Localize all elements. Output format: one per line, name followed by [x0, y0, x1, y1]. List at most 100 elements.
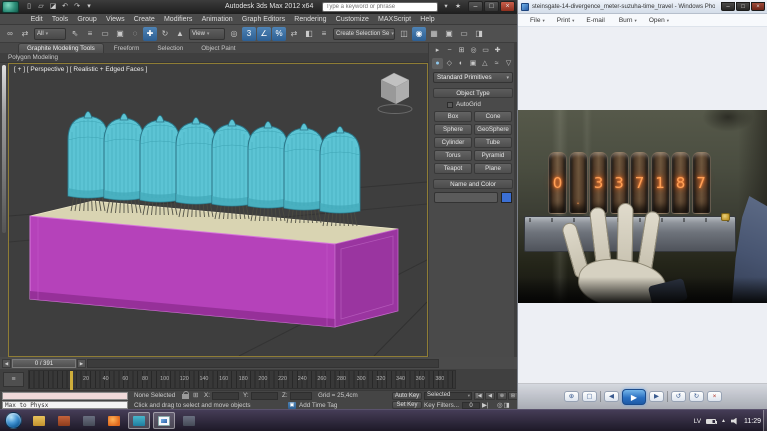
primitive-button[interactable]: GeoSphere	[474, 124, 512, 135]
name-color-rollout-header[interactable]: Name and Color	[433, 179, 513, 189]
ribbon-tab[interactable]: Freeform	[106, 44, 148, 53]
category-icon[interactable]: ▽	[503, 58, 514, 69]
infocenter-icon[interactable]: ★	[453, 2, 463, 12]
volume-icon[interactable]	[731, 418, 739, 425]
time-slider-track[interactable]	[87, 359, 439, 368]
viewport-nav-button[interactable]: ⊕	[497, 392, 507, 400]
taskbar-item-media-player[interactable]	[53, 412, 75, 429]
actual-size-icon[interactable]: ▢	[582, 391, 597, 402]
toolbar-icon[interactable]: ▣	[442, 27, 456, 41]
absolute-mode-icon[interactable]: ⊞	[193, 392, 198, 399]
primitive-button[interactable]: Plane	[474, 163, 512, 174]
toolbar-icon[interactable]: ⇖	[68, 27, 82, 41]
taskbar-item-firefox[interactable]	[103, 412, 125, 429]
rotate-cw-button[interactable]: ↻	[689, 391, 704, 402]
toolbar-icon[interactable]: ⇄	[287, 27, 301, 41]
quick-access-icon[interactable]: ▱	[36, 1, 46, 12]
selection-lock-icon[interactable]	[182, 394, 189, 399]
toolbar-icon[interactable]: ◨	[472, 27, 486, 41]
infocenter-icon[interactable]: ▾	[441, 2, 451, 12]
previous-frame-button[interactable]: ◀	[2, 359, 11, 368]
menu-item[interactable]: Animation	[197, 16, 237, 23]
start-button[interactable]	[5, 412, 22, 429]
maximize-button[interactable]: □	[736, 2, 750, 11]
primitive-button[interactable]: Sphere	[434, 124, 472, 135]
taskbar-item-app[interactable]	[78, 412, 100, 429]
category-icon[interactable]: ≈	[491, 58, 502, 69]
toolbar-icon[interactable]: ◉	[412, 27, 426, 41]
ribbon-tab[interactable]: Graphite Modeling Tools	[18, 43, 104, 53]
key-filters-button[interactable]: Key Filters...	[424, 402, 459, 409]
timeline-ruler[interactable]: 2040608010012014016018020022024026028030…	[28, 370, 456, 389]
mini-curve-editor-button[interactable]: ≡	[3, 372, 24, 387]
command-panel-tab-icon[interactable]: ▸	[432, 45, 443, 56]
menu-item[interactable]: Rendering	[290, 16, 332, 23]
language-indicator[interactable]: LV	[694, 418, 701, 425]
menu-item[interactable]: Graph Editors	[237, 16, 289, 23]
collapsed-panel-strip[interactable]	[2, 65, 6, 233]
primitive-button[interactable]: Cylinder	[434, 137, 472, 148]
quick-access-icon[interactable]: ↷	[72, 1, 82, 12]
close-button[interactable]: ×	[751, 2, 765, 11]
toolbar-icon[interactable]: %	[272, 27, 286, 41]
toolbar-icon[interactable]: ∞	[3, 27, 17, 41]
toolbar-icon[interactable]: ∠	[257, 27, 271, 41]
taskbar-item-3dsmax[interactable]	[128, 412, 150, 429]
command-panel-tab-icon[interactable]: ◎	[468, 45, 479, 56]
toolbar-icon[interactable]: ↻	[158, 27, 172, 41]
macro-recorder-field[interactable]	[2, 392, 128, 400]
category-icon[interactable]: ◇	[444, 58, 455, 69]
autogrid-checkbox[interactable]	[447, 102, 453, 108]
object-color-swatch[interactable]	[501, 192, 512, 203]
toolbar-icon[interactable]: ▲	[173, 27, 187, 41]
object-name-field[interactable]	[434, 192, 498, 203]
current-frame-field[interactable]: 0	[462, 402, 480, 410]
toolbar-icon[interactable]: ◎	[227, 27, 241, 41]
menu-item[interactable]: Group	[73, 16, 102, 23]
category-icon[interactable]: ◐	[456, 58, 467, 69]
category-icon[interactable]: ●	[432, 58, 443, 69]
toolbar-icon[interactable]: ▣	[113, 27, 127, 41]
menu-item[interactable]: Tools	[47, 16, 73, 23]
menu-item[interactable]: MAXScript	[373, 16, 415, 23]
playback-button[interactable]: |◀	[474, 392, 484, 400]
menu-item[interactable]: Views	[101, 16, 129, 23]
viewport-nav-button[interactable]: ◎	[497, 402, 503, 409]
playback-button[interactable]: ◀	[485, 392, 495, 400]
photo-viewer-menu-item[interactable]: Open▾	[643, 17, 675, 24]
show-desktop-button[interactable]	[763, 410, 767, 431]
photo-viewer-menu-item[interactable]: File▾	[524, 17, 551, 24]
tray-expand-icon[interactable]: ▲	[721, 418, 726, 424]
primitive-button[interactable]: Box	[434, 111, 472, 122]
quick-access-icon[interactable]: ▾	[84, 1, 94, 12]
taskbar-item-photo-viewer[interactable]	[153, 412, 175, 429]
key-mode-dropdown[interactable]: Selected▾	[424, 392, 472, 400]
photo-viewer-menu-item[interactable]: E-mail	[580, 17, 612, 24]
close-button[interactable]: ×	[500, 1, 515, 12]
toolbar-icon[interactable]: ◧	[302, 27, 316, 41]
auto-key-button[interactable]: Auto Key	[392, 392, 422, 400]
command-panel-tab-icon[interactable]: ⊞	[456, 45, 467, 56]
primitive-button[interactable]: Torus	[434, 150, 472, 161]
time-slider-handle[interactable]: 0 / 391	[12, 359, 76, 368]
menu-item[interactable]: Help	[416, 16, 440, 23]
command-panel-tab-icon[interactable]: ▭	[480, 45, 491, 56]
ribbon-subtab[interactable]: Polygon Modeling	[8, 54, 58, 61]
command-panel-tab-icon[interactable]: ✚	[492, 45, 503, 56]
perspective-viewport[interactable]: [ + ] [ Perspective ] [ Realistic + Edge…	[8, 63, 428, 357]
primitive-button[interactable]: Pyramid	[474, 150, 512, 161]
infocenter-search-input[interactable]	[322, 2, 438, 12]
clock[interactable]: 11:29	[744, 418, 761, 425]
zoom-icon[interactable]: ⊕	[564, 391, 579, 402]
taskbar-item-app-2[interactable]	[178, 412, 200, 429]
command-panel-tab-icon[interactable]: ~	[444, 45, 455, 56]
reference-coordinate-dropdown[interactable]: View▾	[189, 28, 225, 40]
maxscript-mini-listener[interactable]: Max to Physx	[2, 401, 128, 409]
named-selection-set-dropdown[interactable]: Create Selection Se▾	[333, 28, 395, 40]
menu-item[interactable]: Create	[129, 16, 159, 23]
category-icon[interactable]: △	[479, 58, 490, 69]
quick-access-icon[interactable]: ↶	[60, 1, 70, 12]
battery-icon[interactable]	[706, 419, 716, 424]
previous-button[interactable]: ◀	[604, 391, 619, 402]
ribbon-tab[interactable]: Object Paint	[193, 44, 243, 53]
